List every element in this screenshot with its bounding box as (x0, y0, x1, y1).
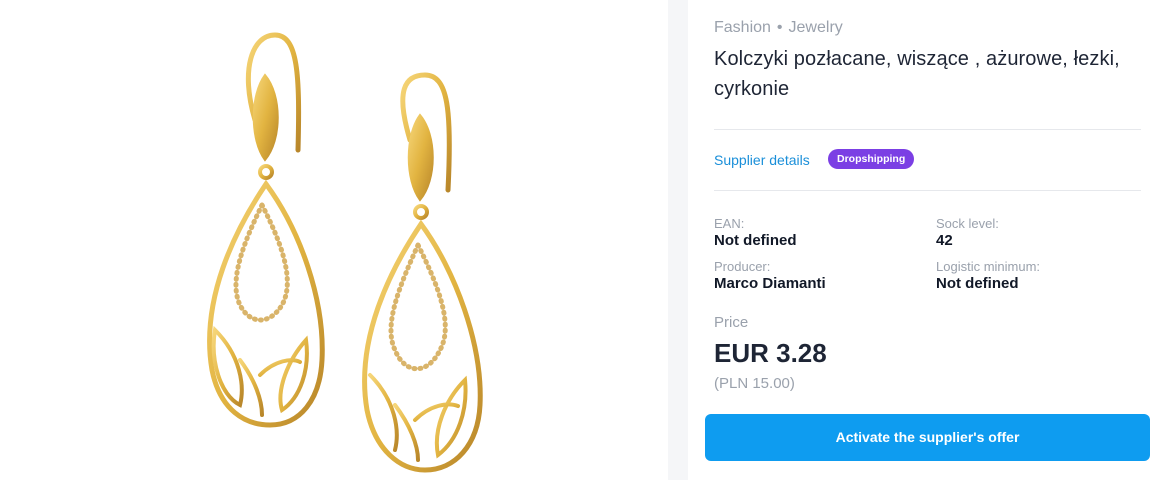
breadcrumb-item-subcategory[interactable]: Jewelry (789, 19, 843, 37)
spec-ean-value: Not defined (714, 232, 797, 249)
spec-logistic-value: Not defined (936, 275, 1019, 292)
divider (714, 190, 1141, 191)
product-info-pane: Fashion • Jewelry Kolczyki pozłacane, wisz… (688, 0, 1163, 480)
spec-ean: EAN: Not defined (714, 216, 797, 250)
spec-stock-label: Sock level: (936, 216, 999, 231)
divider (714, 129, 1141, 130)
breadcrumb-separator: • (776, 19, 783, 36)
spec-producer-value: Marco Diamanti (714, 275, 826, 292)
breadcrumb-item-category[interactable]: Fashion (714, 19, 771, 37)
pane-divider (668, 0, 688, 480)
spec-stock: Sock level: 42 (936, 216, 999, 250)
spec-logistic-label: Logistic minimum: (936, 259, 1041, 274)
supplier-details-link[interactable]: Supplier details (714, 152, 810, 168)
activate-offer-button[interactable]: Activate the supplier's offer (705, 414, 1150, 461)
breadcrumb: Fashion • Jewelry (714, 19, 843, 37)
price-pln: (PLN 15.00) (714, 375, 795, 392)
price-eur: EUR 3.28 (714, 338, 827, 368)
right-earring (362, 72, 483, 473)
spec-ean-label: EAN: (714, 216, 745, 231)
product-image-pane (0, 0, 668, 480)
spec-stock-value: 42 (936, 232, 953, 249)
dropshipping-badge: Dropshipping (828, 149, 915, 169)
price-label: Price (714, 314, 749, 331)
earrings-image (207, 32, 483, 473)
spec-producer-label: Producer: (714, 259, 771, 274)
left-earring (207, 32, 325, 428)
spec-logistic: Logistic minimum: Not defined (936, 259, 1040, 293)
product-title: Kolczyki pozłacane, wiszące , ażurowe, ł… (714, 48, 1120, 100)
spec-producer: Producer: Marco Diamanti (714, 259, 826, 293)
